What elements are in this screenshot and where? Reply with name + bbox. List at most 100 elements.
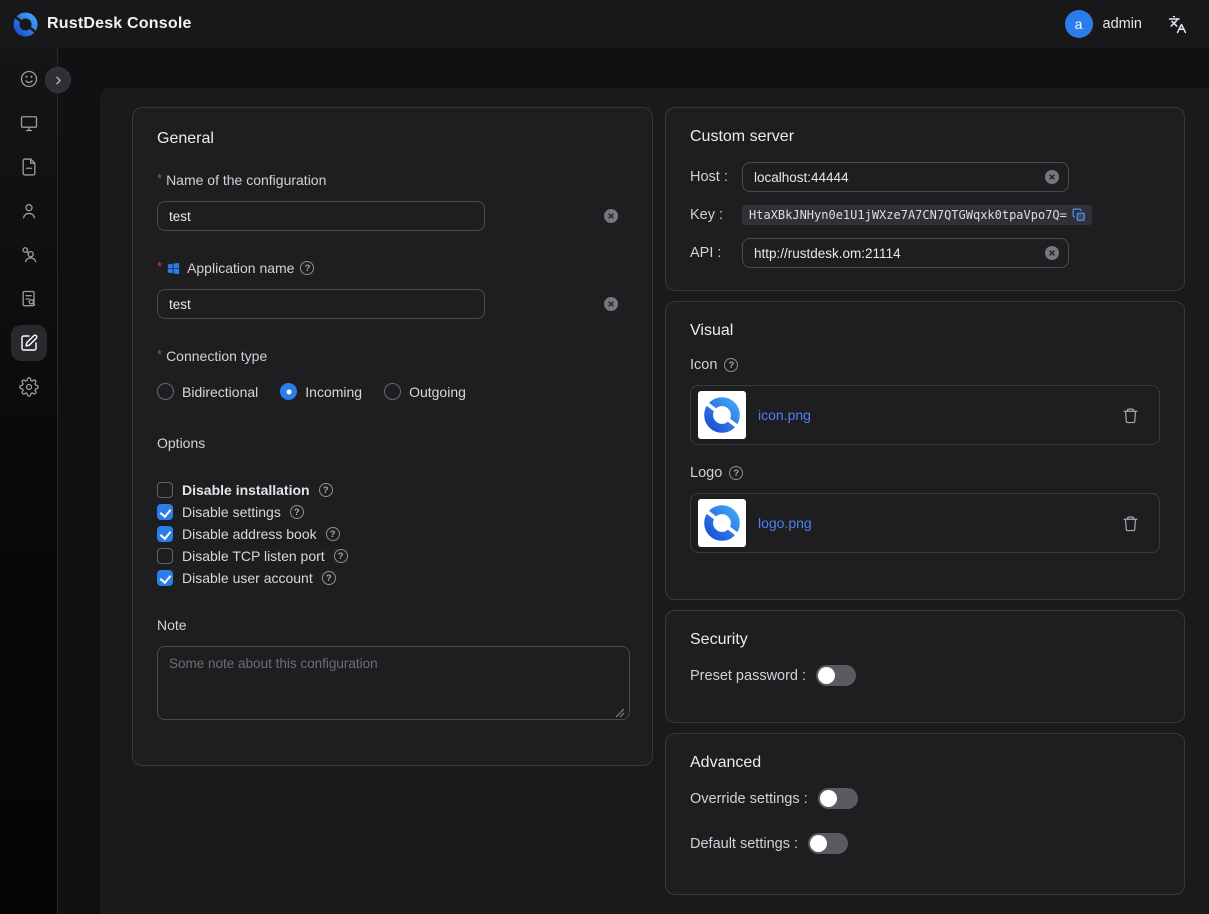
default-settings-toggle[interactable] (808, 833, 848, 854)
api-input[interactable] (742, 238, 1069, 268)
sidebar (0, 48, 58, 914)
right-column: Custom server Host : Key : HtaXBkJNHyn0e… (665, 107, 1185, 895)
option-row-3[interactable]: Disable TCP listen port (157, 545, 628, 567)
avatar[interactable]: a (1065, 10, 1093, 38)
custom-server-title: Custom server (690, 128, 1160, 146)
clear-icon[interactable] (1044, 245, 1060, 261)
edit-icon (19, 333, 39, 353)
host-input[interactable] (742, 162, 1069, 192)
note-label: Note (157, 617, 187, 633)
file-icon (19, 157, 39, 177)
required-asterisk: * (157, 171, 162, 186)
sidebar-item-settings[interactable] (11, 369, 47, 405)
options-list: Disable installation Disable settings Di… (157, 479, 628, 589)
override-settings-toggle[interactable] (818, 788, 858, 809)
general-card: General * Name of the configuration * Ap… (132, 107, 653, 766)
toggle-knob (818, 667, 835, 684)
topbar: RustDesk Console a admin (0, 0, 1209, 48)
radio-icon (157, 383, 174, 400)
checkbox-icon[interactable] (157, 482, 173, 498)
server-key-chip: HtaXBkJNHyn0e1U1jWXze7A7CN7QTGWqxk0tpaVp… (742, 205, 1092, 225)
server-key-value: HtaXBkJNHyn0e1U1jWXze7A7CN7QTGWqxk0tpaVp… (749, 208, 1067, 222)
sidebar-item-users[interactable] (11, 193, 47, 229)
connection-type-label: Connection type (166, 348, 267, 364)
translate-icon[interactable] (1168, 15, 1187, 34)
radio-icon (280, 383, 297, 400)
general-title: General (157, 130, 628, 148)
clear-icon[interactable] (1044, 169, 1060, 185)
app-name-input[interactable] (157, 289, 485, 319)
rustdesk-logo-icon (12, 11, 39, 38)
trash-icon[interactable] (1122, 407, 1139, 424)
logo-label: Logo (690, 465, 722, 481)
logo-file-link[interactable]: logo.png (758, 515, 1110, 531)
note-textarea[interactable] (157, 646, 630, 720)
config-name-input[interactable] (157, 201, 485, 231)
host-label: Host : (690, 169, 742, 185)
checkbox-icon[interactable] (157, 548, 173, 564)
icon-file-link[interactable]: icon.png (758, 407, 1110, 423)
advanced-title: Advanced (690, 754, 1160, 772)
gear-icon (19, 377, 39, 397)
sidebar-expand-button[interactable] (45, 67, 71, 93)
help-icon (290, 505, 304, 519)
config-name-label: Name of the configuration (166, 172, 326, 188)
resize-grip[interactable] (615, 708, 625, 718)
preset-password-label: Preset password : (690, 668, 806, 684)
trash-icon[interactable] (1122, 515, 1139, 532)
radio-option-bidirectional[interactable]: Bidirectional (157, 383, 258, 400)
app-title: RustDesk Console (47, 15, 192, 33)
required-asterisk: * (157, 259, 162, 274)
icon-file-row: icon.png (690, 385, 1160, 445)
option-row-0[interactable]: Disable installation (157, 479, 628, 501)
option-row-4[interactable]: Disable user account (157, 567, 628, 589)
icon-thumbnail (698, 391, 746, 439)
sidebar-item-home[interactable] (11, 61, 47, 97)
default-settings-label: Default settings : (690, 836, 798, 852)
visual-card: Visual Icon icon.png (665, 301, 1185, 600)
clear-icon[interactable] (603, 208, 619, 224)
rustdesk-logo-icon (702, 395, 742, 435)
help-icon (729, 466, 743, 480)
copy-icon[interactable] (1072, 208, 1086, 222)
username: admin (1103, 16, 1143, 32)
user-search-icon (19, 245, 39, 265)
security-title: Security (690, 631, 1160, 649)
monitor-icon (19, 113, 39, 133)
icon-label: Icon (690, 357, 717, 373)
user-menu[interactable]: a admin (1065, 10, 1143, 38)
option-row-2[interactable]: Disable address book (157, 523, 628, 545)
logo-thumbnail (698, 499, 746, 547)
checkbox-icon[interactable] (157, 504, 173, 520)
custom-server-card: Custom server Host : Key : HtaXBkJNHyn0e… (665, 107, 1185, 291)
visual-title: Visual (690, 322, 1160, 340)
help-icon (326, 527, 340, 541)
brand: RustDesk Console (12, 11, 192, 38)
sidebar-item-audit[interactable] (11, 281, 47, 317)
sidebar-item-groups[interactable] (11, 237, 47, 273)
radio-option-incoming[interactable]: Incoming (280, 383, 362, 400)
sidebar-item-custom-client[interactable] (11, 325, 47, 361)
preset-password-toggle[interactable] (816, 665, 856, 686)
file-search-icon (19, 289, 39, 309)
key-label: Key : (690, 207, 742, 223)
sidebar-item-documents[interactable] (11, 149, 47, 185)
toggle-knob (820, 790, 837, 807)
option-row-1[interactable]: Disable settings (157, 501, 628, 523)
user-icon (19, 201, 39, 221)
windows-icon (166, 261, 181, 276)
checkbox-icon[interactable] (157, 526, 173, 542)
app-name-label: Application name (187, 260, 294, 276)
help-icon (334, 549, 348, 563)
help-icon (319, 483, 333, 497)
clear-icon[interactable] (603, 296, 619, 312)
radio-icon (384, 383, 401, 400)
checkbox-icon[interactable] (157, 570, 173, 586)
radio-option-outgoing[interactable]: Outgoing (384, 383, 466, 400)
sidebar-item-devices[interactable] (11, 105, 47, 141)
required-asterisk: * (157, 347, 162, 362)
help-icon (724, 358, 738, 372)
toggle-knob (810, 835, 827, 852)
override-settings-label: Override settings : (690, 791, 808, 807)
smiley-icon (19, 69, 39, 89)
